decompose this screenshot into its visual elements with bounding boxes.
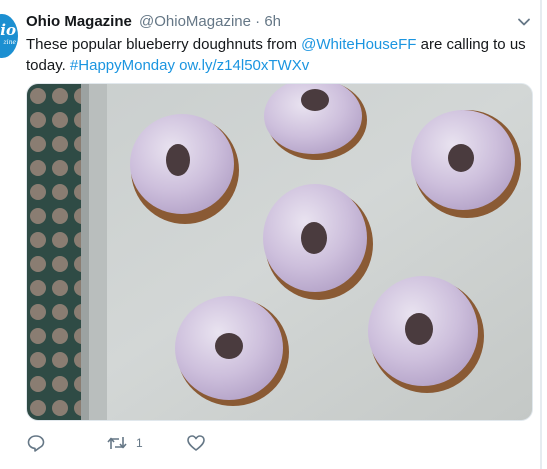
tweet-text-part: These popular blueberry doughnuts from <box>26 36 302 53</box>
chevron-down-icon[interactable] <box>516 14 532 30</box>
avatar[interactable]: io zine <box>0 14 18 58</box>
tweet-card[interactable]: io zine Ohio Magazine @OhioMagazine · 6h… <box>0 0 547 469</box>
reply-button[interactable] <box>26 432 46 454</box>
retweet-button[interactable]: 1 <box>106 432 143 454</box>
like-button[interactable] <box>186 432 206 454</box>
reply-icon <box>26 433 46 453</box>
card-edge-divider <box>540 0 542 469</box>
mention-link[interactable]: @WhiteHouseFF <box>301 36 416 53</box>
avatar-logo-subtext: zine <box>3 39 17 46</box>
tweet-header: Ohio Magazine @OhioMagazine · 6h <box>26 12 281 32</box>
doughnuts-photo <box>27 84 532 420</box>
separator-dot: · <box>255 13 261 30</box>
author-name[interactable]: Ohio Magazine <box>26 13 132 30</box>
tweet-timestamp[interactable]: 6h <box>264 13 281 30</box>
tweet-actions: 1 <box>26 432 326 456</box>
heart-icon <box>186 433 206 453</box>
tweet-text: These popular blueberry doughnuts from @… <box>26 34 531 76</box>
tweet-photo[interactable] <box>26 83 533 421</box>
retweet-count: 1 <box>136 436 143 450</box>
hashtag-link[interactable]: #HappyMonday <box>70 57 175 74</box>
author-handle[interactable]: @OhioMagazine <box>139 13 251 30</box>
avatar-logo-text: io <box>0 21 16 39</box>
url-link[interactable]: ow.ly/z14l50xTWXv <box>179 57 309 74</box>
retweet-icon <box>106 433 128 453</box>
